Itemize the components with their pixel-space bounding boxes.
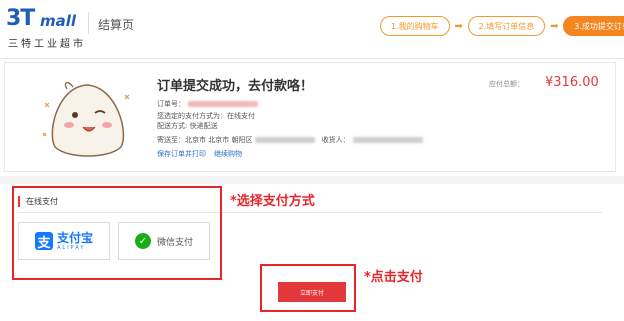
logo[interactable]: 3T mall 三特工业超市 [6,6,86,50]
redacted-address [255,137,316,143]
logo-chinese-text: 三特工业超市 [8,39,86,50]
logo-mark: 3T [6,6,35,31]
save-print-order-link[interactable]: 保存订单并打印 [157,150,206,158]
annotation-box-pay [260,264,356,312]
pay-method-label: 您选定的支付方式为： [157,112,227,120]
annotation-box-select-method [12,186,222,280]
header-divider [88,12,89,34]
step-order-submitted: 3.成功提交订单 [563,16,624,36]
continue-shopping-link[interactable]: 继续购物 [214,150,242,158]
address-label: 寄送至：北京市 北京市 朝阳区 [157,136,253,144]
arrow-right-icon: ➡ [550,20,559,32]
header-line [0,58,624,59]
amount-label: 应付总额： [489,80,524,88]
page-header: 3T mall 三特工业超市 结算页 1.我的购物车 ➡ 2.填写订单信息 ➡ … [0,0,624,56]
amount-value: ¥316.00 [545,75,599,90]
annotation-select-method: *选择支付方式 [230,194,315,209]
order-number-label: 订单号： [157,100,185,108]
order-number-row: 订单号： [157,99,258,109]
section-gap [0,176,624,184]
mascot-illustration [42,81,130,157]
pay-method-row: 您选定的支付方式为：在线支付 [157,111,255,121]
annotation-click-pay: *点击支付 [364,270,423,285]
logo-mark-text: 3T [6,6,35,31]
step-cart: 1.我的购物车 [380,16,450,36]
address-row: 寄送至：北京市 北京市 朝阳区 收货人： [157,135,423,145]
delivery-row: 配送方式: 快递配送 [157,122,218,130]
order-summary-panel: 订单提交成功，去付款咯！ 订单号： 您选定的支付方式为：在线支付 配送方式: 快… [4,62,616,172]
redacted-receiver [352,137,423,143]
checkout-steps: 1.我的购物车 ➡ 2.填写订单信息 ➡ 3.成功提交订单 [380,16,624,36]
logo-mall-text: mall [40,12,77,30]
pay-method-value: 在线支付 [227,112,255,120]
arrow-right-icon: ➡ [454,20,463,32]
redacted-order-number [188,101,258,107]
order-links: 保存订单并打印 继续购物 [157,149,250,159]
order-success-title: 订单提交成功，去付款咯！ [157,79,314,94]
step-order-info: 2.填写订单信息 [467,16,546,36]
page-title: 结算页 [98,18,135,32]
receiver-label: 收货人： [321,136,350,144]
